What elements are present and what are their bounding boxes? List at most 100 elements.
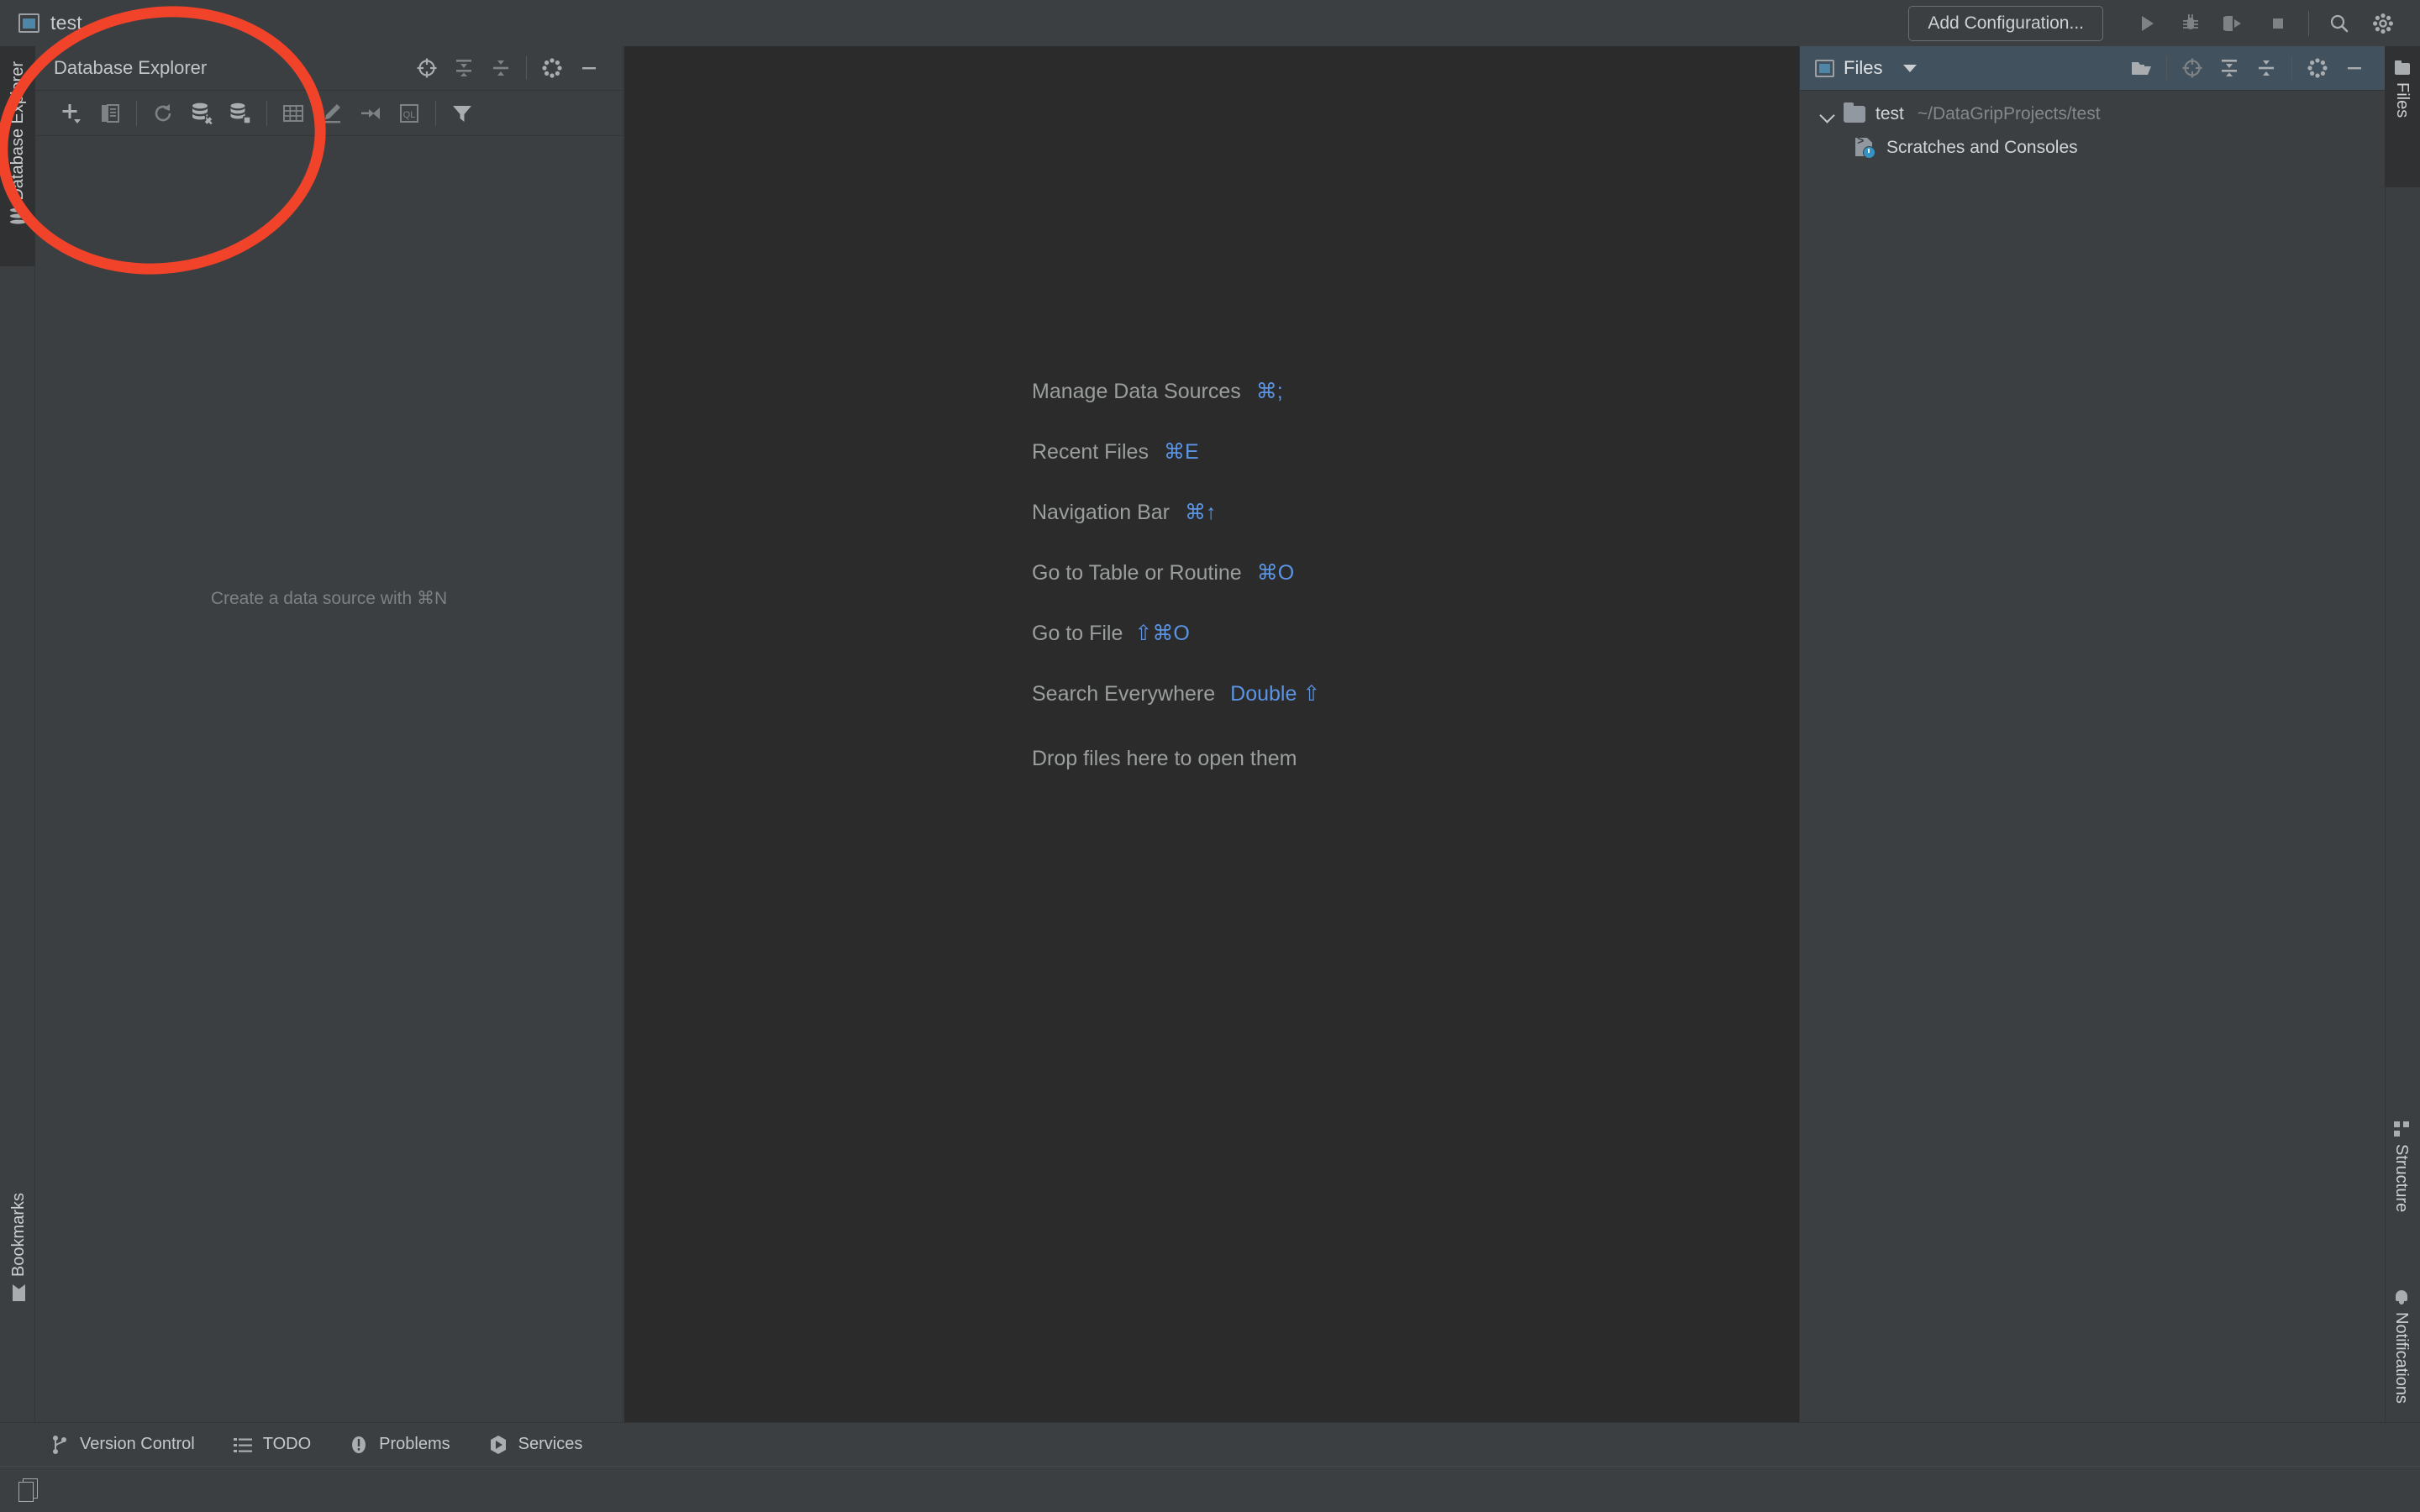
search-icon[interactable] — [2317, 3, 2361, 44]
shortcut-label: Recent Files — [1032, 440, 1149, 465]
rail-files-label: Files — [2392, 82, 2412, 118]
svg-text:QL: QL — [403, 110, 416, 120]
expand-all-icon[interactable] — [445, 50, 482, 86]
filter-icon[interactable] — [443, 95, 481, 132]
editor-shortcut-list: Manage Data Sources ⌘; Recent Files ⌘E N… — [1032, 361, 1320, 789]
status-version-control[interactable]: Version Control — [50, 1435, 195, 1455]
add-configuration-button[interactable]: Add Configuration... — [1908, 6, 2103, 41]
files-tab-label: Files — [1844, 57, 1882, 79]
shortcut-row[interactable]: Go to Table or Routine ⌘O — [1032, 543, 1320, 603]
chevron-down-icon[interactable] — [1903, 65, 1917, 72]
database-explorer-empty-state: Create a data source with ⌘N — [35, 588, 623, 609]
status-bar: Version Control TODO Problems Services — [0, 1422, 2420, 1466]
play-hex-icon — [489, 1435, 508, 1455]
rail-structure-label: Structure — [2391, 1144, 2411, 1212]
toolbar-separator-1 — [136, 101, 137, 126]
options-gear-icon[interactable] — [2299, 50, 2336, 86]
project-name: test — [50, 12, 82, 34]
run-icon[interactable] — [2125, 3, 2169, 44]
list-icon — [234, 1436, 252, 1454]
database-explorer-header: Database Explorer — [35, 46, 623, 91]
shortcut-label: Go to File — [1032, 622, 1123, 646]
options-gear-icon[interactable] — [534, 50, 571, 86]
shortcut-key: Double ⇧ — [1230, 681, 1320, 706]
shortcut-row[interactable]: Recent Files ⌘E — [1032, 422, 1320, 482]
shortcut-row[interactable]: Go to File ⇧⌘O — [1032, 603, 1320, 664]
open-folder-icon[interactable] — [2123, 50, 2160, 86]
bookmark-icon — [13, 1284, 25, 1301]
scroll-from-source-icon[interactable] — [2174, 50, 2211, 86]
status-services[interactable]: Services — [489, 1435, 583, 1455]
toolbar-separator-2 — [266, 101, 267, 126]
titlebar-actions: Add Configuration... — [1908, 3, 2420, 44]
hide-panel-icon[interactable] — [571, 50, 608, 86]
tree-item-path: ~/DataGripProjects/test — [1918, 104, 2101, 124]
files-tree: test ~/DataGripProjects/test Scratches a… — [1800, 91, 2385, 165]
shortcut-key: ⌘; — [1256, 379, 1283, 404]
files-header-separator — [2166, 56, 2167, 80]
refresh-icon[interactable] — [144, 95, 182, 132]
hide-panel-icon[interactable] — [2336, 50, 2373, 86]
shortcut-label: Navigation Bar — [1032, 501, 1170, 525]
editor-drop-hint: Drop files here to open them — [1032, 747, 1297, 771]
rail-database-explorer-label: Database Explorer — [8, 61, 28, 201]
shortcut-row[interactable]: Search Everywhere Double ⇧ — [1032, 664, 1320, 724]
status-todo[interactable]: TODO — [234, 1435, 311, 1454]
datagrip-window: test Add Configuration... — [0, 0, 2420, 1512]
expand-all-icon[interactable] — [2211, 50, 2248, 86]
shortcut-label: Search Everywhere — [1032, 682, 1215, 706]
database-icon — [10, 208, 26, 224]
files-panel-actions — [2123, 50, 2373, 86]
files-header-separator-2 — [2291, 56, 2292, 80]
settings-gear-icon[interactable] — [2361, 3, 2405, 44]
data-source-properties-icon[interactable] — [182, 95, 221, 132]
status-item-label: Services — [518, 1435, 583, 1454]
status-problems[interactable]: Problems — [350, 1435, 450, 1455]
project-widget[interactable]: test — [18, 12, 82, 34]
shortcut-key: ⇧⌘O — [1134, 621, 1189, 646]
rail-bookmarks-label: Bookmarks — [9, 1193, 29, 1277]
chevron-down-icon[interactable] — [1818, 105, 1837, 123]
titlebar-separator — [2308, 11, 2309, 36]
profile-icon[interactable] — [2212, 3, 2256, 44]
project-square-icon — [1815, 60, 1834, 77]
files-panel: Files — [1799, 46, 2385, 1432]
stack-icon[interactable] — [18, 1478, 37, 1500]
duplicate-icon[interactable] — [91, 95, 129, 132]
table-editor-icon[interactable] — [274, 95, 313, 132]
new-data-source-icon[interactable] — [52, 95, 91, 132]
rail-structure[interactable]: Structure — [2391, 1121, 2411, 1212]
files-panel-header: Files — [1800, 46, 2385, 91]
shortcut-row[interactable]: Navigation Bar ⌘↑ — [1032, 482, 1320, 543]
editor-empty-area[interactable]: Manage Data Sources ⌘; Recent Files ⌘E N… — [624, 46, 1799, 1432]
database-explorer-header-actions — [408, 50, 608, 86]
status-item-label: TODO — [263, 1435, 311, 1454]
tab-files[interactable]: Files — [1815, 57, 1917, 79]
scroll-from-source-icon[interactable] — [408, 50, 445, 86]
toolbar-separator-3 — [435, 101, 436, 126]
rail-notifications[interactable]: Notifications — [2391, 1289, 2411, 1404]
rail-files[interactable]: Files — [2392, 63, 2412, 118]
collapse-all-icon[interactable] — [2248, 50, 2285, 86]
tree-row[interactable]: Scratches and Consoles — [1800, 131, 2385, 165]
synchronize-icon[interactable] — [221, 95, 260, 132]
editor-drop-hint-row: Drop files here to open them — [1032, 728, 1320, 789]
rail-notifications-label: Notifications — [2391, 1312, 2411, 1404]
rail-bookmarks[interactable]: Bookmarks — [9, 1193, 29, 1301]
jump-to-editor-icon[interactable] — [351, 95, 390, 132]
modify-icon[interactable] — [313, 95, 351, 132]
tree-item-label: Scratches and Consoles — [1886, 138, 2078, 158]
status-item-label: Problems — [379, 1435, 450, 1454]
left-tool-rail: Database Explorer Bookmarks — [0, 46, 35, 1462]
database-explorer-panel: Database Explorer — [35, 46, 623, 1445]
collapse-all-icon[interactable] — [482, 50, 519, 86]
branch-icon — [50, 1435, 69, 1455]
tree-row[interactable]: test ~/DataGripProjects/test — [1800, 97, 2385, 131]
ql-icon[interactable]: QL — [390, 95, 429, 132]
panel-title: Database Explorer — [54, 57, 207, 79]
debug-icon[interactable] — [2169, 3, 2212, 44]
stop-icon[interactable] — [2256, 3, 2300, 44]
rail-database-explorer[interactable]: Database Explorer — [8, 61, 28, 224]
shortcut-row[interactable]: Manage Data Sources ⌘; — [1032, 361, 1320, 422]
shortcut-key: ⌘↑ — [1185, 500, 1217, 525]
